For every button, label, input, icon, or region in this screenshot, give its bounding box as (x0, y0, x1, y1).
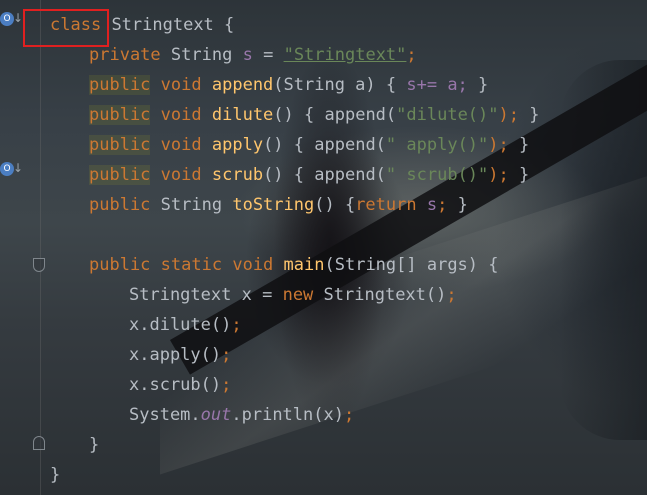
code-line-11: x.dilute(); (129, 315, 242, 335)
code-line-4: public void dilute() { append("dilute()"… (89, 105, 540, 125)
code-editor[interactable]: O ↓ O ↓ class Stringtext { private Strin… (0, 0, 647, 495)
code-line-15: } (89, 435, 100, 455)
override-marker-icon[interactable]: O (0, 12, 14, 26)
override-marker-icon[interactable]: O (0, 162, 14, 176)
code-line-12: x.apply(); (129, 345, 232, 365)
fold-main-icon[interactable] (33, 258, 45, 272)
code-line-2: private String s = "Stringtext"; (89, 45, 417, 65)
editor-gutter: O ↓ O ↓ (0, 0, 24, 495)
arrow-down-icon: ↓ (13, 161, 24, 175)
gutter-divider (40, 0, 41, 495)
code-line-9: public static void main(String[] args) { (89, 255, 499, 275)
code-line-16: } (50, 465, 61, 485)
fold-end-icon[interactable] (33, 436, 45, 450)
highlight-box (23, 9, 109, 47)
code-line-13: x.scrub(); (129, 375, 232, 395)
code-line-3: public void append(String a) { s+= a; } (89, 75, 489, 95)
code-line-6: public void scrub() { append(" scrub()")… (89, 165, 530, 185)
arrow-down-icon: ↓ (13, 11, 24, 25)
background-car-image (560, 60, 647, 440)
code-line-10: Stringtext x = new Stringtext(); (129, 285, 457, 305)
code-line-5: public void apply() { append(" apply()")… (89, 135, 530, 155)
code-line-14: System.out.println(x); (129, 405, 355, 425)
code-line-7: public String toString() {return s; } (89, 195, 468, 215)
